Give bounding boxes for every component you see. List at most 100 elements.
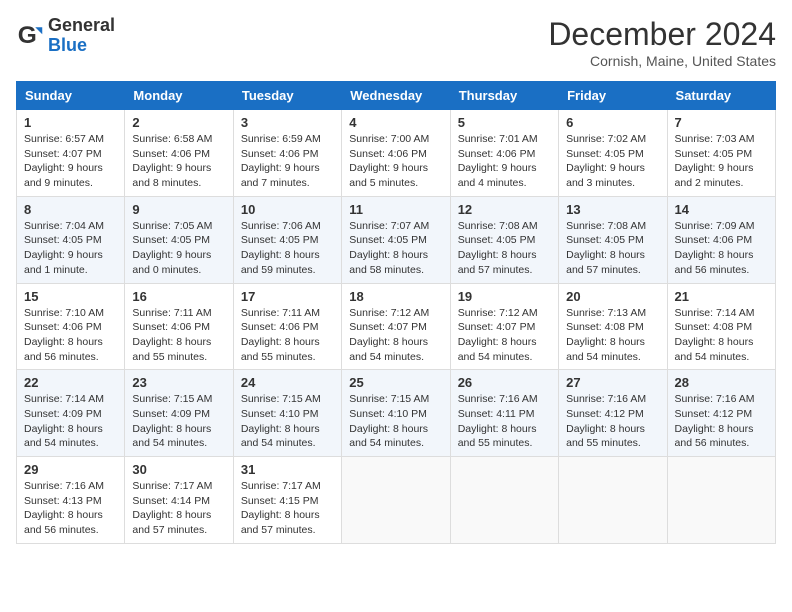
cell-details: Sunrise: 7:05 AMSunset: 4:05 PMDaylight:… [132,219,225,278]
cell-details: Sunrise: 7:01 AMSunset: 4:06 PMDaylight:… [458,132,551,191]
day-number: 23 [132,375,225,390]
day-number: 17 [241,289,334,304]
title-block: December 2024 Cornish, Maine, United Sta… [548,16,776,69]
cell-details: Sunrise: 7:12 AMSunset: 4:07 PMDaylight:… [349,306,442,365]
cell-details: Sunrise: 7:16 AMSunset: 4:13 PMDaylight:… [24,479,117,538]
calendar-cell: 6Sunrise: 7:02 AMSunset: 4:05 PMDaylight… [559,110,667,197]
cell-details: Sunrise: 7:17 AMSunset: 4:14 PMDaylight:… [132,479,225,538]
day-number: 20 [566,289,659,304]
cell-details: Sunrise: 6:59 AMSunset: 4:06 PMDaylight:… [241,132,334,191]
cell-details: Sunrise: 7:11 AMSunset: 4:06 PMDaylight:… [241,306,334,365]
day-number: 3 [241,115,334,130]
day-number: 24 [241,375,334,390]
day-number: 13 [566,202,659,217]
col-header-sunday: Sunday [17,82,125,110]
cell-details: Sunrise: 7:13 AMSunset: 4:08 PMDaylight:… [566,306,659,365]
calendar-cell: 14Sunrise: 7:09 AMSunset: 4:06 PMDayligh… [667,196,775,283]
calendar-cell: 26Sunrise: 7:16 AMSunset: 4:11 PMDayligh… [450,370,558,457]
logo-text: General Blue [48,16,115,56]
logo-blue: Blue [48,36,115,56]
cell-details: Sunrise: 6:57 AMSunset: 4:07 PMDaylight:… [24,132,117,191]
day-number: 16 [132,289,225,304]
location: Cornish, Maine, United States [548,53,776,69]
calendar-cell: 7 Sunrise: 7:03 AMSunset: 4:05 PMDaylight… [667,110,775,197]
day-number: 2 [132,115,225,130]
day-number: 27 [566,375,659,390]
day-number: 29 [24,462,117,477]
cell-details: Sunrise: 7:03 AMSunset: 4:05 PMDaylight:… [675,132,768,191]
logo-general: General [48,16,115,36]
day-number: 8 [24,202,117,217]
day-number: 15 [24,289,117,304]
day-number: 30 [132,462,225,477]
calendar-cell: 22Sunrise: 7:14 AMSunset: 4:09 PMDayligh… [17,370,125,457]
calendar-cell: 11 Sunrise: 7:07 AMSunset: 4:05 PMDayligh… [342,196,450,283]
cell-details: Sunrise: 7:09 AMSunset: 4:06 PMDaylight:… [675,219,768,278]
calendar-cell: 12Sunrise: 7:08 AMSunset: 4:05 PMDayligh… [450,196,558,283]
day-number: 9 [132,202,225,217]
calendar-cell: 31Sunrise: 7:17 AMSunset: 4:15 PMDayligh… [233,457,341,544]
calendar-cell: 28 Sunrise: 7:16 AMSunset: 4:12 PMDayligh… [667,370,775,457]
day-number: 10 [241,202,334,217]
logo: G General Blue [16,16,115,56]
calendar-week-5: 29 Sunrise: 7:16 AMSunset: 4:13 PMDayligh… [17,457,776,544]
calendar-cell: 25 Sunrise: 7:15 AMSunset: 4:10 PMDayligh… [342,370,450,457]
cell-details: Sunrise: 7:08 AMSunset: 4:05 PMDaylight:… [566,219,659,278]
day-number: 28 [675,375,768,390]
cell-details: Sunrise: 7:15 AMSunset: 4:10 PMDaylight:… [349,392,442,451]
day-number: 12 [458,202,551,217]
day-number: 22 [24,375,117,390]
calendar-cell: 15 Sunrise: 7:10 AMSunset: 4:06 PMDayligh… [17,283,125,370]
month-title: December 2024 [548,16,776,53]
cell-details: Sunrise: 7:04 AMSunset: 4:05 PMDaylight:… [24,219,117,278]
col-header-thursday: Thursday [450,82,558,110]
calendar-week-3: 15 Sunrise: 7:10 AMSunset: 4:06 PMDayligh… [17,283,776,370]
day-number: 19 [458,289,551,304]
calendar-cell [667,457,775,544]
calendar-cell: 16 Sunrise: 7:11 AMSunset: 4:06 PMDayligh… [125,283,233,370]
calendar-week-1: 1 Sunrise: 6:57 AMSunset: 4:07 PMDaylight… [17,110,776,197]
calendar-cell: 17 Sunrise: 7:11 AMSunset: 4:06 PMDayligh… [233,283,341,370]
day-number: 21 [675,289,768,304]
col-header-friday: Friday [559,82,667,110]
calendar-cell: 24 Sunrise: 7:15 AMSunset: 4:10 PMDayligh… [233,370,341,457]
calendar-cell: 4 Sunrise: 7:00 AMSunset: 4:06 PMDaylight… [342,110,450,197]
calendar-cell: 10 Sunrise: 7:06 AMSunset: 4:05 PMDayligh… [233,196,341,283]
cell-details: Sunrise: 7:10 AMSunset: 4:06 PMDaylight:… [24,306,117,365]
svg-text:G: G [18,22,37,49]
cell-details: Sunrise: 7:06 AMSunset: 4:05 PMDaylight:… [241,219,334,278]
day-number: 5 [458,115,551,130]
calendar-week-4: 22Sunrise: 7:14 AMSunset: 4:09 PMDayligh… [17,370,776,457]
calendar-cell: 5 Sunrise: 7:01 AMSunset: 4:06 PMDaylight… [450,110,558,197]
day-number: 1 [24,115,117,130]
day-number: 26 [458,375,551,390]
cell-details: Sunrise: 6:58 AMSunset: 4:06 PMDaylight:… [132,132,225,191]
calendar-cell: 2 Sunrise: 6:58 AMSunset: 4:06 PMDaylight… [125,110,233,197]
cell-details: Sunrise: 7:14 AMSunset: 4:08 PMDaylight:… [675,306,768,365]
calendar-cell: 30 Sunrise: 7:17 AMSunset: 4:14 PMDayligh… [125,457,233,544]
day-number: 6 [566,115,659,130]
calendar-cell: 9 Sunrise: 7:05 AMSunset: 4:05 PMDaylight… [125,196,233,283]
calendar-cell: 20 Sunrise: 7:13 AMSunset: 4:08 PMDayligh… [559,283,667,370]
cell-details: Sunrise: 7:07 AMSunset: 4:05 PMDaylight:… [349,219,442,278]
day-number: 18 [349,289,442,304]
day-number: 25 [349,375,442,390]
col-header-wednesday: Wednesday [342,82,450,110]
cell-details: Sunrise: 7:00 AMSunset: 4:06 PMDaylight:… [349,132,442,191]
cell-details: Sunrise: 7:11 AMSunset: 4:06 PMDaylight:… [132,306,225,365]
cell-details: Sunrise: 7:15 AMSunset: 4:10 PMDaylight:… [241,392,334,451]
cell-details: Sunrise: 7:12 AMSunset: 4:07 PMDaylight:… [458,306,551,365]
cell-details: Sunrise: 7:16 AMSunset: 4:12 PMDaylight:… [675,392,768,451]
calendar-table: SundayMondayTuesdayWednesdayThursdayFrid… [16,81,776,544]
day-number: 11 [349,202,442,217]
col-header-tuesday: Tuesday [233,82,341,110]
calendar-cell: 27 Sunrise: 7:16 AMSunset: 4:12 PMDayligh… [559,370,667,457]
calendar-cell: 3 Sunrise: 6:59 AMSunset: 4:06 PMDaylight… [233,110,341,197]
calendar-cell [450,457,558,544]
calendar-cell: 1 Sunrise: 6:57 AMSunset: 4:07 PMDaylight… [17,110,125,197]
calendar-cell [559,457,667,544]
cell-details: Sunrise: 7:16 AMSunset: 4:12 PMDaylight:… [566,392,659,451]
day-number: 7 [675,115,768,130]
calendar-cell: 23Sunrise: 7:15 AMSunset: 4:09 PMDayligh… [125,370,233,457]
day-number: 4 [349,115,442,130]
